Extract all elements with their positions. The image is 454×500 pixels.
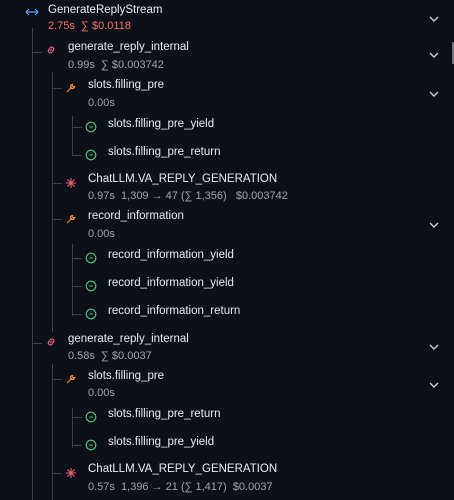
root-duration: 2.75s <box>48 20 75 32</box>
node-title: record_information_yield <box>108 249 234 261</box>
wrench-icon <box>64 372 78 386</box>
node-title: slots.filling_pre_return <box>108 146 221 158</box>
node-title: generate_reply_internal <box>68 333 189 345</box>
node-title: record_information <box>88 210 184 222</box>
node-meta: 0.00s <box>88 387 115 399</box>
node-meta: 0.99s ∑ $0.003742 <box>68 59 164 71</box>
node-title: record_information_return <box>108 305 241 317</box>
expand-arrows-icon <box>24 5 40 19</box>
chevron-down-icon[interactable] <box>428 49 440 61</box>
llm-icon <box>64 466 78 480</box>
node-title: record_information_yield <box>108 277 234 289</box>
node-meta: 0.00s <box>88 228 115 240</box>
chevron-down-icon[interactable] <box>428 219 440 231</box>
node-title: slots.filling_pre_yield <box>108 436 215 448</box>
yield-icon <box>84 148 98 162</box>
chevron-down-icon[interactable] <box>428 88 440 100</box>
yield-icon <box>84 251 98 265</box>
node-meta: 0.58s ∑ $0.0037 <box>68 350 152 362</box>
node-title: slots.filling_pre <box>88 370 165 382</box>
node-title: ChatLLM.VA_REPLY_GENERATION <box>88 173 278 185</box>
chevron-down-icon[interactable] <box>428 13 440 25</box>
chevron-down-icon[interactable] <box>428 341 440 353</box>
yield-icon <box>84 410 98 424</box>
link-icon <box>44 335 58 349</box>
yield-icon <box>84 120 98 134</box>
node-meta: 0.00s <box>88 97 115 109</box>
llm-icon <box>64 176 78 190</box>
link-icon <box>44 43 58 57</box>
yield-icon <box>84 438 98 452</box>
wrench-icon <box>64 212 78 226</box>
root-cost: ∑ $0.0118 <box>81 20 131 32</box>
yield-icon <box>84 307 98 321</box>
node-title: slots.filling_pre <box>88 79 165 91</box>
node-title: slots.filling_pre_yield <box>108 118 215 130</box>
node-meta: 0.97s 1,309 → 47 (∑ 1,356) $0.003742 <box>88 190 288 202</box>
node-title: slots.filling_pre_return <box>108 408 221 420</box>
node-meta: 0.57s 1,396 → 21 (∑ 1,417) $0.0037 <box>88 481 273 493</box>
node-title: ChatLLM.VA_REPLY_GENERATION <box>88 463 278 475</box>
yield-icon <box>84 279 98 293</box>
node-title: GenerateReplyStream <box>48 4 163 16</box>
chevron-down-icon[interactable] <box>428 379 440 391</box>
node-title: generate_reply_internal <box>68 41 189 53</box>
wrench-icon <box>64 81 78 95</box>
